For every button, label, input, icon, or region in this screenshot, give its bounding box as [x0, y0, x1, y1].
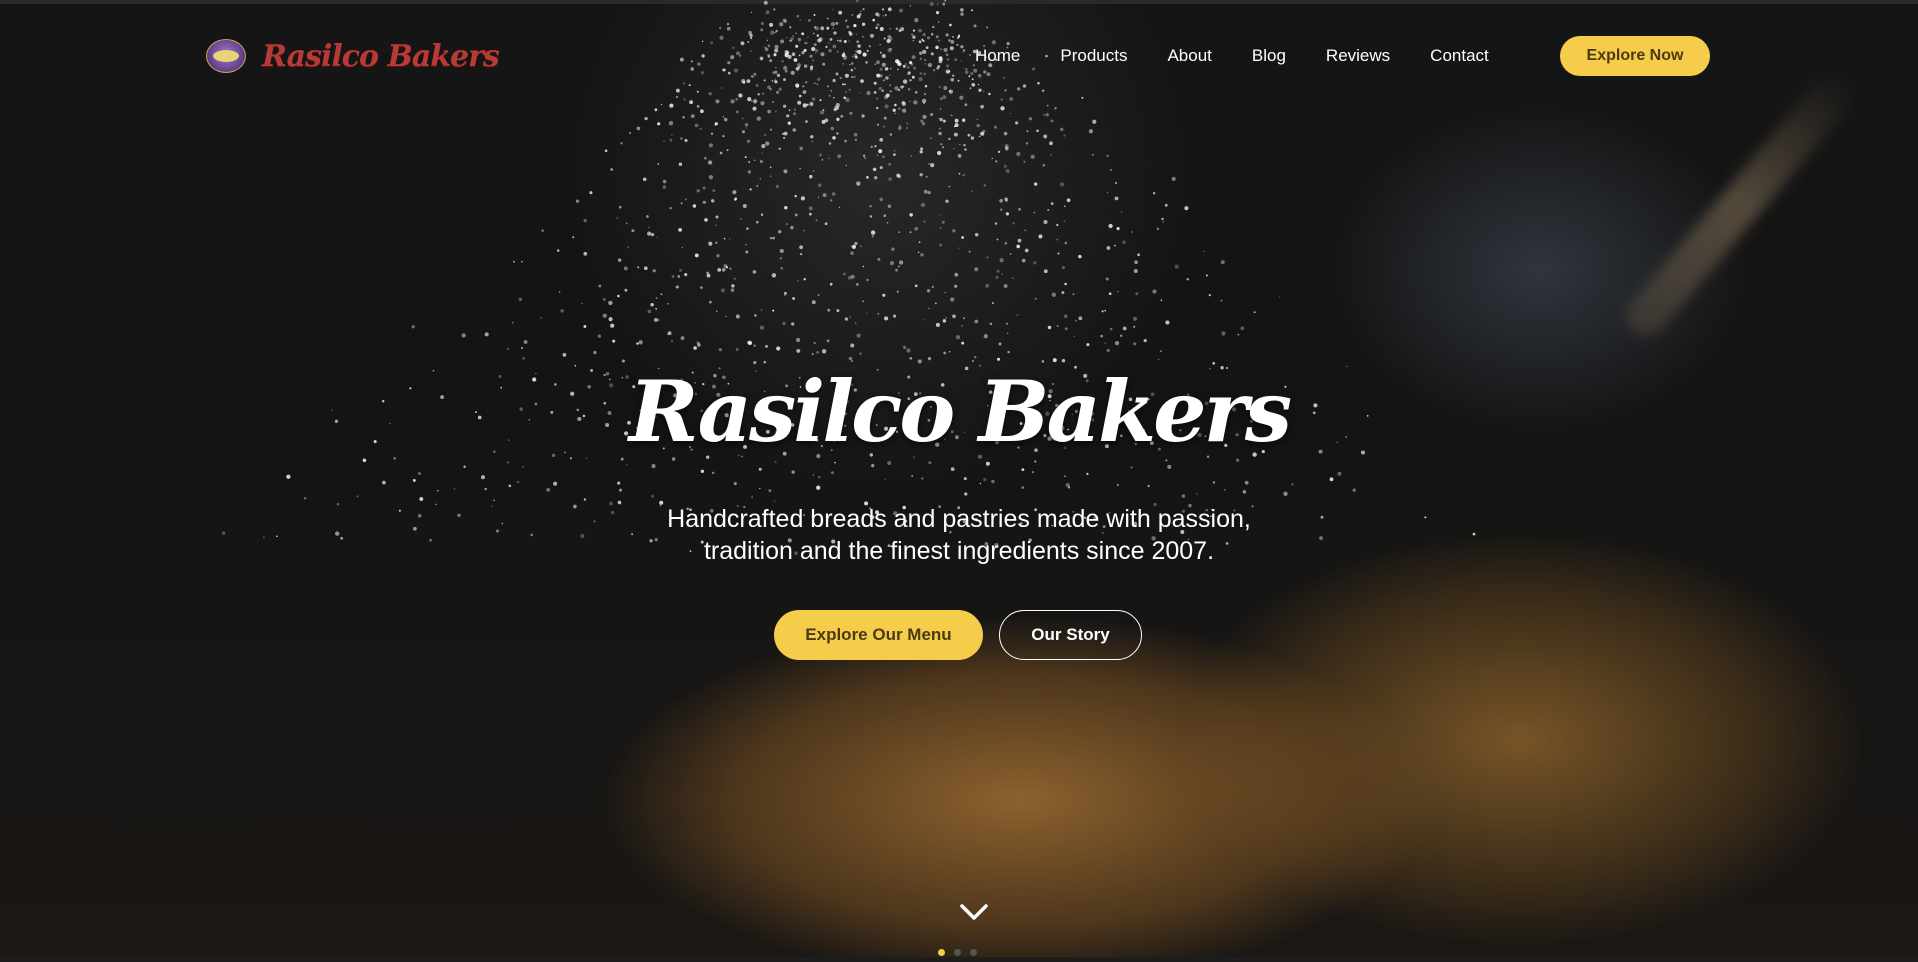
navbar: Rasilco Bakers Home Products About Blog … [0, 0, 1918, 110]
slide-dot[interactable] [938, 949, 945, 956]
nav-link-home[interactable]: Home [975, 46, 1020, 66]
explore-menu-button[interactable]: Explore Our Menu [774, 610, 983, 660]
nav-link-contact[interactable]: Contact [1430, 46, 1489, 66]
hero-subtitle-line-2: tradition and the finest ingredients sin… [703, 537, 1215, 565]
hero-subtitle: Handcrafted breads and pastries made wit… [0, 503, 1918, 567]
nav-link-products[interactable]: Products [1060, 46, 1127, 66]
bottom-border [0, 957, 1918, 962]
our-story-button[interactable]: Our Story [999, 610, 1142, 660]
slide-indicators [938, 949, 986, 957]
nav-link-blog[interactable]: Blog [1252, 46, 1286, 66]
hero-section: Rasilco Bakers Home Products About Blog … [0, 0, 1918, 962]
logo-emblem [213, 50, 239, 62]
hero-title: Rasilco Bakers [628, 362, 1292, 461]
nav-link-about[interactable]: About [1167, 46, 1211, 66]
hero-subtitle-line-1: Handcrafted breads and pastries made wit… [667, 505, 1251, 533]
slide-dot[interactable] [954, 949, 961, 956]
bakery-logo-icon [206, 39, 246, 73]
chevron-down-icon[interactable] [959, 902, 989, 922]
flour-dust-background [221, 0, 1476, 556]
slide-dot[interactable] [970, 949, 977, 956]
nav-link-reviews[interactable]: Reviews [1326, 46, 1390, 66]
nav-links: Home Products About Blog Reviews Contact [975, 42, 1529, 70]
brand[interactable]: Rasilco Bakers [206, 36, 500, 76]
explore-now-button[interactable]: Explore Now [1560, 36, 1710, 76]
brand-name: Rasilco Bakers [262, 38, 500, 74]
